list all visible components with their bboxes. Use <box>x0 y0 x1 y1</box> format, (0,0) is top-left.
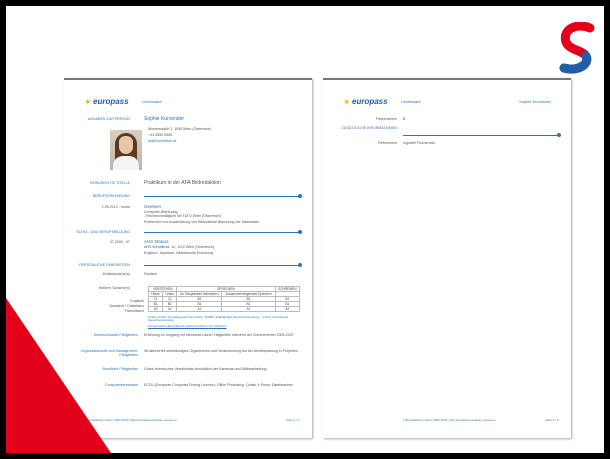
doc-type: Lebenslauf <box>401 99 421 104</box>
lang-header: SCHREIBEN <box>274 286 301 292</box>
person-name: Sophie Kurvender <box>144 116 185 122</box>
education-line: Englisch, Spanisch, Bildnerische Erziehu… <box>144 251 214 255</box>
lang-note: Stufen: A1/A2: Grundlegende Kenntnisse -… <box>148 315 289 323</box>
profile-photo <box>110 130 142 170</box>
org-text: Strukturiertes selbständiges Organisiere… <box>144 349 298 353</box>
page-top-rule <box>323 78 571 80</box>
references-label: Referenzen <box>378 141 397 145</box>
brand-logo <box>559 22 595 74</box>
section-dot <box>298 194 302 198</box>
level-cell: A2 <box>147 306 164 312</box>
address-text: Musterstraße 2, 1090 Wien (Österreich) <box>148 127 212 131</box>
skills-label: PERSÖNLICHE FÄHIGKEITEN <box>79 263 130 267</box>
level-cell: A2 <box>162 306 178 312</box>
additional-label: ZUSÄTZLICHE INFORMATIONEN <box>341 126 397 130</box>
license-label: Führerschein <box>376 117 397 121</box>
position-label: GEWÜNSCHTE STELLE <box>89 181 130 185</box>
language-table: VERSTEHEN SPRECHEN SCHREIBEN Hören Lesen… <box>147 286 301 312</box>
presentation-frame: ✶ europass Lebenslauf ANGABEN ZUR PERSON… <box>0 0 610 459</box>
section-rule <box>144 265 300 267</box>
page-top-rule <box>64 78 312 80</box>
section-rule <box>403 135 559 137</box>
job-text: Gutes technisches Verständnis hinsichtli… <box>144 367 267 371</box>
digital-text: ECDL (European Computer Driving Licence)… <box>144 383 294 387</box>
position-text: Praktikum in der AFA Bildredaktion <box>144 180 221 186</box>
slide: ✶ europass Lebenslauf ANGABEN ZUR PERSON… <box>6 6 604 453</box>
experience-line: Recherche und Ausarbeitung von Bildmater… <box>144 220 260 224</box>
email-link[interactable]: sk@musterfrau.at <box>148 139 176 144</box>
phone-text: +43 5555 5555 <box>148 133 173 137</box>
cefr-link[interactable]: Gemeinsamer Europäischer Referenzrahmen … <box>148 324 227 328</box>
europass-logo: europass <box>93 97 129 106</box>
europass-star-icon: ✶ <box>343 97 351 107</box>
experience-line: - Recherchetätigkeit bei TATO Wien (Öste… <box>144 214 221 218</box>
section-dot <box>298 263 302 267</box>
comm-text: Erfahrung im Umgang mit Menschen durch T… <box>144 333 294 337</box>
experience-label: BERUFSERFAHRUNG <box>92 194 130 198</box>
level-cell: A2 <box>176 306 223 312</box>
red-corner-triangle <box>6 298 111 453</box>
europass-logo: europass <box>352 97 388 106</box>
mother-tongue: Deutsch <box>144 272 158 276</box>
education-date: 07.2009 - 07 <box>109 240 130 244</box>
experience-date: 1.09.2013 - heute <box>101 205 130 209</box>
level-cell: A2 <box>274 306 301 312</box>
page-number: Seite 2 / 2 <box>545 418 559 422</box>
section-dot <box>298 230 302 234</box>
lang-subheader: An Gesprächen teilnehmen <box>176 291 223 297</box>
doc-type: Lebenslauf <box>142 99 162 104</box>
europass-star-icon: ✶ <box>84 97 92 107</box>
page-number: Seite 1 / 2 <box>286 418 300 422</box>
section-rule <box>144 196 300 198</box>
level-cell: A2 <box>221 306 276 312</box>
references-value: Ingolder Fischernich <box>403 141 436 145</box>
license-value: B <box>403 117 406 121</box>
cv-page-2: ✶ europass Lebenslauf Sophie Kurvender F… <box>323 78 571 438</box>
other-lang-label: Weitere Sprache(n) <box>98 286 130 290</box>
section-rule <box>144 232 300 234</box>
page-footer: © Europäische Union, 2002-2013 | http://… <box>403 418 496 422</box>
education-label: SCHUL- UND BERUFSBILDUNG <box>76 230 130 234</box>
header-name: Sophie Kurvender <box>519 99 552 104</box>
education-line: AHS Wendlinsd. 12, 1120 Wien (Österreich… <box>144 245 214 249</box>
personal-label: ANGABEN ZUR PERSON <box>87 117 130 121</box>
lang-subheader: Zusammenhängendes Sprechen <box>221 291 276 297</box>
section-dot <box>557 133 561 137</box>
table-row: A2 A2 A2 A2 A2 <box>147 306 301 312</box>
mother-tongue-label: Muttersprache(n) <box>102 272 130 276</box>
